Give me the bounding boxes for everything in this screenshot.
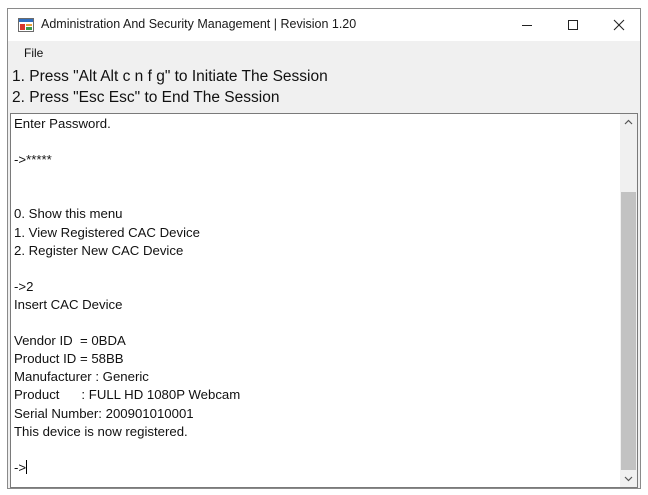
maximize-icon	[568, 20, 578, 30]
console-line: ->	[14, 459, 28, 475]
instructions-panel: 1. Press "Alt Alt c n f g" to Initiate T…	[8, 65, 640, 111]
vertical-scrollbar[interactable]	[620, 114, 637, 487]
console-line: Enter Password.	[14, 116, 111, 131]
console-line: ->2	[14, 278, 34, 294]
console-line: Insert CAC Device	[14, 296, 123, 312]
instruction-end: 2. Press "Esc Esc" to End The Session	[12, 89, 280, 106]
menu-bar: File	[8, 42, 640, 64]
close-button[interactable]	[596, 9, 640, 41]
chevron-up-icon	[624, 119, 633, 125]
text-caret	[26, 459, 28, 474]
close-icon	[613, 19, 625, 31]
console-line: Serial Number: 200901010001	[14, 405, 194, 421]
console-line: 2. Register New CAC Device	[14, 242, 184, 258]
window-title: Administration And Security Management |…	[41, 17, 357, 31]
maximize-button[interactable]	[550, 9, 596, 41]
console-line: Vendor ID = 0BDA	[14, 333, 126, 349]
console-line: Product ID = 58BB	[14, 351, 124, 367]
console-output[interactable]: Enter Password. ->***** 0. Show this menu 1…	[10, 113, 638, 488]
menu-item-file[interactable]: File	[24, 46, 43, 60]
console-line: ->*****	[14, 152, 52, 168]
console-line: 0. Show this menu	[14, 206, 123, 222]
console-line: 1. View Registered CAC Device	[14, 224, 200, 240]
minimize-button[interactable]	[504, 9, 550, 41]
scroll-thumb[interactable]	[621, 192, 636, 470]
app-window-icon	[18, 18, 34, 32]
console-line: This device is now registered.	[14, 423, 188, 439]
title-bar[interactable]: Administration And Security Management |…	[8, 9, 640, 41]
scroll-up-button[interactable]	[620, 114, 637, 131]
minimize-icon	[522, 25, 532, 26]
chevron-down-icon	[624, 476, 633, 482]
console-line: Manufacturer : Generic	[14, 369, 149, 385]
scroll-down-button[interactable]	[620, 470, 637, 487]
instruction-initiate: 1. Press "Alt Alt c n f g" to Initiate T…	[12, 68, 328, 85]
app-window: Administration And Security Management |…	[7, 8, 641, 489]
console-line: Product : FULL HD 1080P Webcam	[14, 387, 241, 403]
console-text-area[interactable]: Enter Password. ->***** 0. Show this menu 1…	[14, 115, 620, 477]
